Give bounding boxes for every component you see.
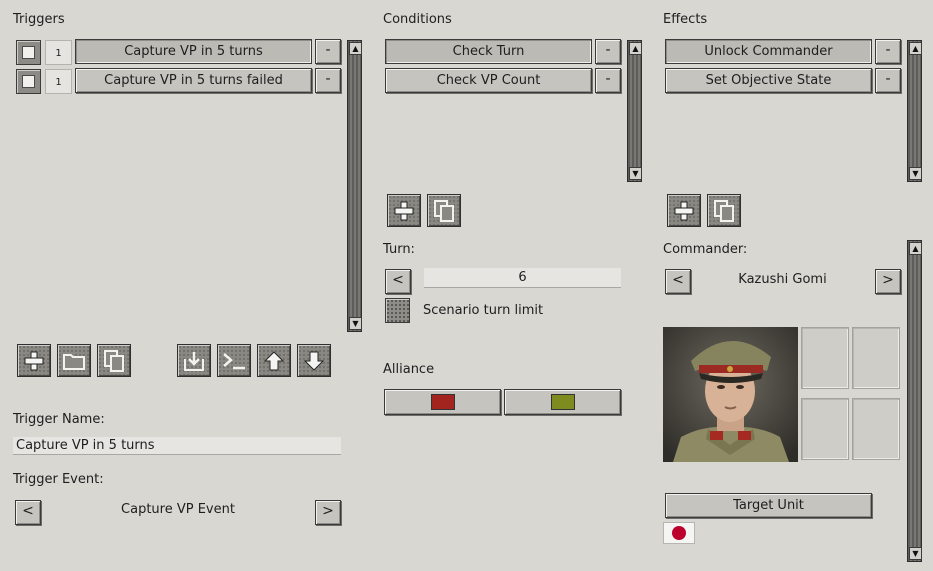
scroll-down-icon[interactable]: ▼ — [629, 167, 642, 180]
scroll-up-icon[interactable]: ▲ — [909, 242, 922, 255]
arrow-down-icon — [303, 351, 325, 371]
commander-next-button[interactable]: > — [875, 269, 901, 294]
scroll-up-icon[interactable]: ▲ — [909, 42, 922, 55]
add-icon — [394, 201, 414, 220]
copy-effect-button[interactable] — [707, 194, 741, 227]
copy-icon — [104, 349, 124, 372]
import-button[interactable] — [177, 344, 211, 377]
move-up-button[interactable] — [257, 344, 291, 377]
import-icon — [184, 351, 204, 371]
commander-slot-3[interactable] — [801, 398, 849, 460]
trigger-event-label: Trigger Event: — [13, 472, 104, 487]
folder-icon — [63, 353, 85, 370]
commander-name: Kazushi Gomi — [738, 272, 827, 287]
target-unit-button[interactable]: Target Unit — [665, 493, 872, 518]
move-down-button[interactable] — [297, 344, 331, 377]
effect-1-remove-button[interactable]: - — [875, 39, 901, 64]
commander-prev-button[interactable]: < — [665, 269, 691, 294]
copy-condition-button[interactable] — [427, 194, 461, 227]
trigger-item-capture-vp-failed[interactable]: Capture VP in 5 turns failed — [75, 68, 312, 93]
turn-label: Turn: — [383, 242, 415, 257]
trigger-1-remove-button[interactable]: - — [315, 39, 341, 64]
scroll-down-icon[interactable]: ▼ — [909, 167, 922, 180]
alliance-axis-button[interactable] — [384, 389, 501, 415]
condition-2-remove-button[interactable]: - — [595, 68, 621, 93]
condition-1-remove-button[interactable]: - — [595, 39, 621, 64]
trigger-item-capture-vp[interactable]: Capture VP in 5 turns — [75, 39, 312, 64]
scroll-down-icon[interactable]: ▼ — [909, 547, 922, 560]
trigger-event-value: Capture VP Event — [121, 502, 235, 517]
commander-slot-1[interactable] — [801, 327, 849, 389]
condition-item-check-turn[interactable]: Check Turn — [385, 39, 592, 64]
alliance-green-swatch — [550, 393, 575, 410]
console-button[interactable] — [217, 344, 251, 377]
add-icon — [24, 351, 44, 370]
triggers-scrollbar[interactable]: ▲ ▼ — [347, 40, 362, 332]
effect-details-scrollbar[interactable]: ▲ ▼ — [907, 240, 922, 562]
add-icon — [674, 201, 694, 220]
commander-slot-2[interactable] — [852, 327, 900, 389]
trigger-2-remove-button[interactable]: - — [315, 68, 341, 93]
commander-label: Commander: — [663, 242, 748, 257]
copy-icon — [714, 199, 734, 222]
triggers-header: Triggers — [13, 12, 65, 27]
scenario-turn-limit-checkbox[interactable] — [385, 298, 410, 323]
conditions-header: Conditions — [383, 12, 452, 27]
trigger-2-count: 1 — [45, 69, 72, 94]
trigger-event-prev-button[interactable]: < — [15, 500, 41, 525]
trigger-event-next-button[interactable]: > — [315, 500, 341, 525]
condition-item-check-vp-count[interactable]: Check VP Count — [385, 68, 592, 93]
effects-header: Effects — [663, 12, 708, 27]
alliance-allies-button[interactable] — [504, 389, 621, 415]
scroll-up-icon[interactable]: ▲ — [629, 42, 642, 55]
add-folder-button[interactable] — [57, 344, 91, 377]
add-trigger-button[interactable] — [17, 344, 51, 377]
turn-prev-button[interactable]: < — [385, 269, 411, 294]
effect-item-set-objective-state[interactable]: Set Objective State — [665, 68, 872, 93]
effects-scrollbar[interactable]: ▲ ▼ — [907, 40, 922, 182]
add-condition-button[interactable] — [387, 194, 421, 227]
trigger-1-count: 1 — [45, 40, 72, 65]
scroll-down-icon[interactable]: ▼ — [349, 317, 362, 330]
copy-icon — [434, 199, 454, 222]
alliance-label: Alliance — [383, 362, 435, 377]
arrow-up-icon — [263, 350, 285, 370]
commander-slot-4[interactable] — [852, 398, 900, 460]
add-effect-button[interactable] — [667, 194, 701, 227]
japan-flag-icon[interactable] — [663, 522, 695, 544]
trigger-name-input[interactable]: Capture VP in 5 turns — [13, 437, 341, 455]
trigger-name-label: Trigger Name: — [13, 412, 105, 427]
alliance-red-swatch — [430, 393, 455, 410]
trigger-2-checkbox[interactable] — [16, 69, 41, 94]
effect-item-unlock-commander[interactable]: Unlock Commander — [665, 39, 872, 64]
turn-value-field[interactable]: 6 — [424, 268, 621, 288]
commander-portrait — [663, 327, 798, 462]
conditions-scrollbar[interactable]: ▲ ▼ — [627, 40, 642, 182]
console-icon — [223, 352, 245, 369]
effect-2-remove-button[interactable]: - — [875, 68, 901, 93]
scenario-turn-limit-label: Scenario turn limit — [423, 303, 544, 318]
scroll-up-icon[interactable]: ▲ — [349, 42, 362, 55]
copy-trigger-button[interactable] — [97, 344, 131, 377]
trigger-1-checkbox[interactable] — [16, 40, 41, 65]
